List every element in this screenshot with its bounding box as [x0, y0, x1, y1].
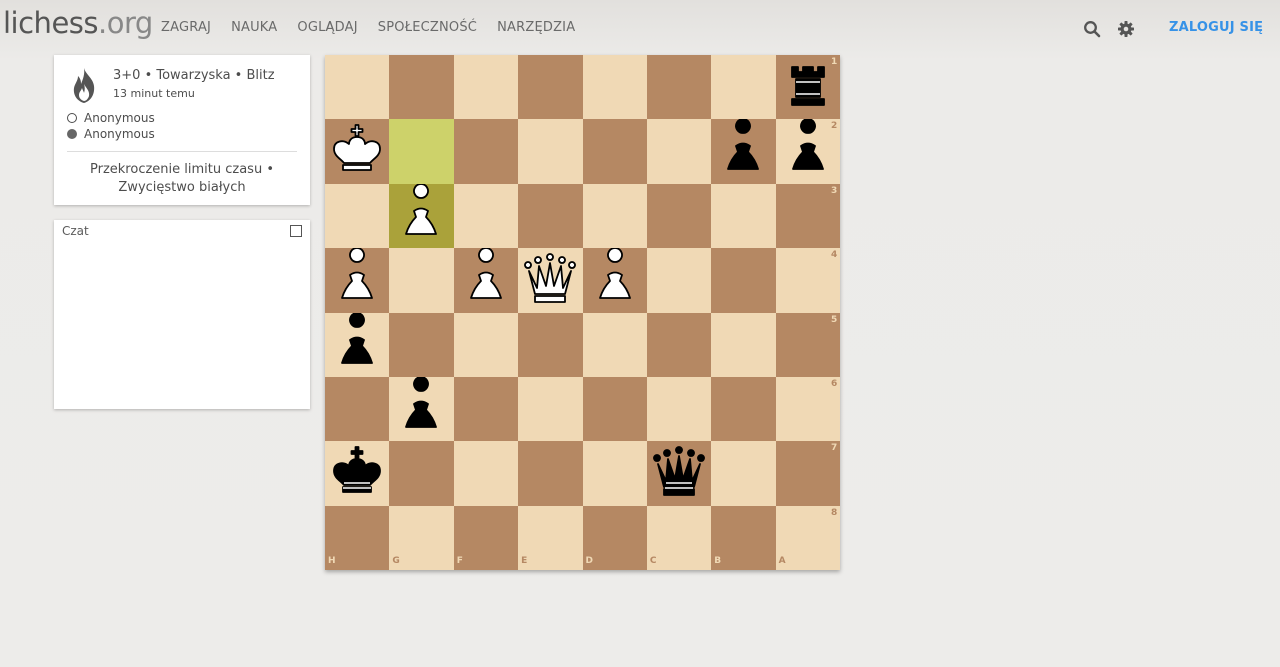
square-e1[interactable] [518, 55, 583, 120]
square-g4[interactable] [389, 248, 454, 313]
square-c2[interactable] [646, 119, 712, 184]
square-e8[interactable] [518, 505, 583, 570]
black-pawn-a2[interactable] [776, 119, 840, 183]
square-c1[interactable] [646, 55, 712, 120]
chat-title: Czat [62, 224, 89, 238]
white-pawn-g3[interactable] [389, 183, 453, 248]
square-h6[interactable] [325, 376, 390, 442]
square-e2[interactable] [518, 119, 583, 184]
file-label: C [649, 556, 657, 566]
white-pawn-f4[interactable] [454, 248, 518, 312]
square-d5[interactable] [582, 312, 647, 377]
black-rook-a1[interactable] [776, 55, 840, 119]
top-navigation-bar: lichess.org ZAGRAJ NAUKA OGLĄDAJ SPOŁECZ… [0, 0, 1280, 54]
square-f5[interactable] [453, 312, 519, 377]
login-button[interactable]: ZALOGUJ SIĘ [1169, 20, 1263, 35]
main-nav: ZAGRAJ NAUKA OGLĄDAJ SPOŁECZNOŚĆ NARZĘDZ… [161, 20, 595, 35]
white-queen-e4[interactable] [518, 248, 582, 312]
black-pawn-g6[interactable] [389, 376, 453, 441]
nav-item-watch[interactable]: OGLĄDAJ [297, 20, 357, 35]
square-d7[interactable] [582, 441, 647, 506]
result-winner: Zwycięstwo białych [118, 180, 246, 195]
file-label: A [778, 556, 786, 566]
game-result: Przekroczenie limitu czasu • Zwycięstwo … [54, 161, 310, 197]
file-label: G [392, 556, 400, 566]
rank-label: 4 [831, 250, 838, 261]
white-player-name: Anonymous [84, 111, 155, 125]
square-e6[interactable] [518, 376, 583, 442]
square-d3[interactable] [582, 183, 647, 249]
file-label: B [714, 556, 722, 566]
file-label: F [456, 556, 463, 566]
square-e5[interactable] [518, 312, 583, 377]
square-d2[interactable] [582, 119, 647, 184]
square-e7[interactable] [518, 441, 583, 506]
black-color-icon [67, 129, 77, 139]
chat-panel: Czat [54, 220, 310, 409]
square-g7[interactable] [389, 441, 454, 506]
game-time-ago: 13 minut temu [113, 87, 195, 100]
nav-item-community[interactable]: SPOŁECZNOŚĆ [378, 20, 477, 35]
square-g5[interactable] [389, 312, 454, 377]
square-e3[interactable] [518, 183, 583, 249]
black-pawn-b2[interactable] [711, 119, 775, 183]
divider [67, 151, 297, 152]
nav-item-tools[interactable]: NARZĘDZIA [497, 20, 575, 35]
black-queen-c7[interactable] [647, 441, 711, 505]
square-c6[interactable] [646, 376, 712, 442]
file-label: H [328, 556, 336, 566]
square-h3[interactable] [325, 183, 390, 249]
white-player[interactable]: Anonymous [67, 111, 155, 125]
site-logo[interactable]: lichess.org [3, 6, 153, 40]
white-king-h2[interactable] [325, 119, 389, 183]
chat-toggle-checkbox[interactable] [290, 225, 302, 237]
nav-item-play[interactable]: ZAGRAJ [161, 20, 211, 35]
flame-icon [73, 68, 95, 103]
square-g2[interactable] [389, 119, 454, 184]
logo-main: lichess [3, 6, 99, 40]
black-pawn-h5[interactable] [325, 312, 389, 377]
rank-label: 5 [831, 314, 838, 325]
white-pawn-d4[interactable] [583, 248, 647, 312]
search-icon[interactable] [1083, 20, 1101, 38]
result-reason: Przekroczenie limitu czasu • [90, 162, 274, 177]
square-f2[interactable] [453, 119, 519, 184]
game-meta: 3+0 • Towarzyska • Blitz [113, 68, 275, 83]
square-c3[interactable] [646, 183, 712, 249]
black-player-name: Anonymous [84, 127, 155, 141]
logo-tld: .org [98, 6, 153, 40]
square-b6[interactable] [711, 376, 776, 442]
square-b7[interactable] [711, 441, 776, 506]
square-f3[interactable] [453, 183, 519, 249]
square-c4[interactable] [646, 248, 712, 313]
square-h1[interactable] [325, 55, 390, 120]
white-pawn-h4[interactable] [325, 248, 389, 312]
square-c8[interactable] [646, 505, 712, 570]
chess-board[interactable]: 12345678HGFEDCBA [325, 55, 840, 570]
square-c5[interactable] [646, 312, 712, 377]
square-f7[interactable] [453, 441, 519, 506]
square-b3[interactable] [711, 183, 776, 249]
game-info-panel: 3+0 • Towarzyska • Blitz 13 minut temu A… [54, 55, 310, 205]
rank-label: 8 [831, 507, 838, 518]
file-label: E [521, 556, 528, 566]
gear-icon[interactable] [1117, 20, 1135, 38]
square-f6[interactable] [453, 376, 519, 442]
square-g1[interactable] [389, 55, 454, 120]
square-d6[interactable] [582, 376, 647, 442]
square-b1[interactable] [711, 55, 776, 120]
rank-label: 6 [831, 378, 838, 389]
black-king-h7[interactable] [325, 441, 389, 505]
file-label: D [585, 556, 593, 566]
white-color-icon [67, 113, 77, 123]
rank-label: 7 [831, 443, 838, 454]
rank-label: 3 [831, 185, 838, 196]
square-f1[interactable] [453, 55, 519, 120]
square-b5[interactable] [711, 312, 776, 377]
black-player[interactable]: Anonymous [67, 127, 155, 141]
square-d1[interactable] [582, 55, 647, 120]
square-f8[interactable] [453, 505, 519, 570]
nav-item-learn[interactable]: NAUKA [231, 20, 277, 35]
square-b4[interactable] [711, 248, 776, 313]
